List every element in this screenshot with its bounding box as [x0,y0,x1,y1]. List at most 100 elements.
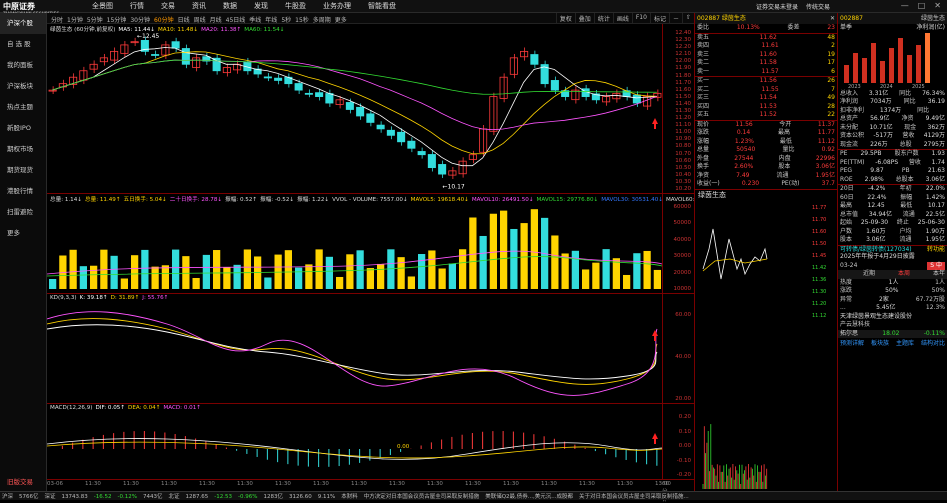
sidebar-item-11[interactable]: 旧版交易 [0,472,33,493]
sidebar-item-2[interactable]: 我的面板 [0,55,46,76]
macd-y-axis: 0.20 0.10 0.00 -0.10 -0.20 [662,404,694,480]
volume-bar [346,254,354,289]
f10-cell: 营收 [908,158,921,166]
axis-label: 11.10 [675,122,691,129]
f10-button-2[interactable]: 主题库 [896,340,914,349]
f10-button-1[interactable]: 板块族 [871,340,889,349]
top-link-0[interactable]: 证券交易未登录 [756,2,798,11]
f10-row: 20日 -4.2% 年初 22.0% [838,185,947,194]
tab-net-profit[interactable]: 净利润(亿) [916,24,945,33]
close-icon[interactable]: ✕ [934,1,941,10]
toolbar-btn-6[interactable]: － [668,13,682,24]
status-item-2: 深证 [44,494,56,500]
f10-cell: 10.17 [927,202,945,209]
time-axis: 03-06 11:30 11:30 11:30 11:30 11:30 11:30 11:30… [47,480,671,503]
menu-item-3[interactable]: 资讯 [192,1,206,11]
sidebar-item-4[interactable]: 热点主题 [0,97,46,118]
volume-bar [510,228,518,289]
kline-candle [632,94,641,104]
kline-candle [489,96,498,132]
order-label: 买三 [697,94,710,101]
order-row: 买四 11.53 28 [695,103,837,112]
order-price: 11.62 [759,33,777,41]
f10-button-3[interactable]: 结构对比 [921,340,945,349]
minimize-icon[interactable]: — [901,1,909,10]
status-item-12: 3126.60 [288,494,312,500]
kline-candle [366,113,375,123]
axis-label: 11.90 [675,65,691,72]
f10-cell: 1.90万 [925,227,945,235]
convert-link[interactable]: 转功能 [927,246,945,254]
menu-item-8[interactable]: 智能看盘 [368,1,396,11]
toolbar-btn-7[interactable]: ⇧ [681,13,694,24]
menu-item-1[interactable]: 行情 [130,1,144,11]
f10-cell: 总资产 [840,115,859,122]
volume-panel[interactable]: 总量: 1.14↓ 总量: 11.49↑ 五日换手: 5.04↓ 二十日换手: 28.… [47,194,728,294]
f10-button-0[interactable]: 预测详解 [840,340,864,349]
stat-cell: 11.37 [817,120,835,128]
kline-y-axis: 12.40 12.30 12.20 12.10 12.00 11.90 11.80 11.70… [662,24,694,194]
mini-axis-label: 11.12 [812,313,826,319]
toolbar-btn-5[interactable]: 标记 [649,13,669,24]
sidebar-item-1[interactable]: 自 选 股 [0,34,46,55]
axis-label: 11.70 [675,79,691,86]
time-label: 11:30 [579,481,595,487]
f10-cell: 流通 [899,236,912,243]
kline-candle [89,63,98,70]
sidebar-item-9[interactable]: 扫雷避险 [0,202,46,223]
kline-candle [222,67,231,74]
sidebar-item-6[interactable]: 期权市场 [0,139,46,160]
toolbar-btn-3[interactable]: 画线 [612,13,632,24]
f10-cell: PE [840,150,848,157]
close-quote-icon[interactable]: ✕ [830,13,835,24]
menu-item-7[interactable]: 业务办理 [323,1,351,11]
axis-label: -0.10 [676,457,691,464]
stat-cell: 收益(一) [697,180,720,187]
menu-item-4[interactable]: 数据 [223,1,237,11]
sidebar-item-0[interactable]: 沪深个股 [0,13,46,34]
toolbar-btn-0[interactable]: 复权 [555,13,575,24]
kline-candle [499,76,508,99]
menu-item-5[interactable]: 发现 [254,1,268,11]
axis-label: 10.30 [675,178,691,185]
kline-candle [263,76,272,79]
macd-panel[interactable]: MACD(12,26,9) DIF: 0.05↑ DEA: 0.04↑ MACD: 0… [47,404,694,480]
order-price: 11.56 [759,77,777,84]
menu-item-6[interactable]: 牛股盈 [285,1,306,11]
maximize-icon[interactable]: □ [918,1,926,10]
volume-bar [602,249,610,289]
stat-cell: 2.60% [734,163,754,170]
tab-quarter[interactable]: 单季 [840,24,852,33]
volume-bar [377,263,385,289]
kline-panel[interactable]: 绿茵生态 (60分钟,前复权) MA5: 11.44↓ MA10: 11.48↓ MA… [47,24,694,194]
f10-cell: 12.3% [925,304,945,311]
volume-bar [325,256,333,289]
f10-cell: 362万 [927,123,945,131]
sidebar-item-5[interactable]: 新股IPO [0,118,46,139]
toolbar-btn-4[interactable]: F10 [631,13,650,24]
status-item-8: 1287.65 [185,494,209,500]
top-link-1[interactable]: 传统交易 [806,2,830,11]
sidebar-item-8[interactable]: 港股行情 [0,181,46,202]
f10-cell: 异常 [840,295,853,303]
f10-cell: 总股本 [895,175,914,183]
toolbar-btn-2[interactable]: 统计 [593,13,613,24]
kd-panel[interactable]: KD(9,3,3) K: 39.18↑ D: 31.89↑ J: 55.76↑ 60.… [47,294,694,404]
menu-item-2[interactable]: 交易 [161,1,175,11]
dea-line [47,441,662,459]
stat-row: 现价 11.56 今开 11.37 [695,121,837,130]
mini-axis-label: 11.36 [812,277,826,283]
f10-cell: 同比 [903,98,916,105]
peer-row[interactable]: 拓尔思 18.02 -0.11% [838,329,947,338]
f10-cell: 1人 [888,278,899,286]
buy-orders: 买一 11.56 26 买二 11.55 7 买三 11.54 49 买四 11.53 28 买五 11.… [695,77,837,121]
f10-cell: 12.45 [867,202,885,209]
volume-bar [551,235,559,289]
f10-cell: 扣非净利 [840,106,865,114]
sidebar-item-7[interactable]: 期货现货 [0,160,46,181]
toolbar-btn-1[interactable]: 叠加 [574,13,594,24]
menu-item-0[interactable]: 全景图 [92,1,113,11]
sidebar-item-3[interactable]: 沪深板块 [0,76,46,97]
volume-bar [161,265,169,289]
sidebar-item-10[interactable]: 更多 [0,223,46,244]
